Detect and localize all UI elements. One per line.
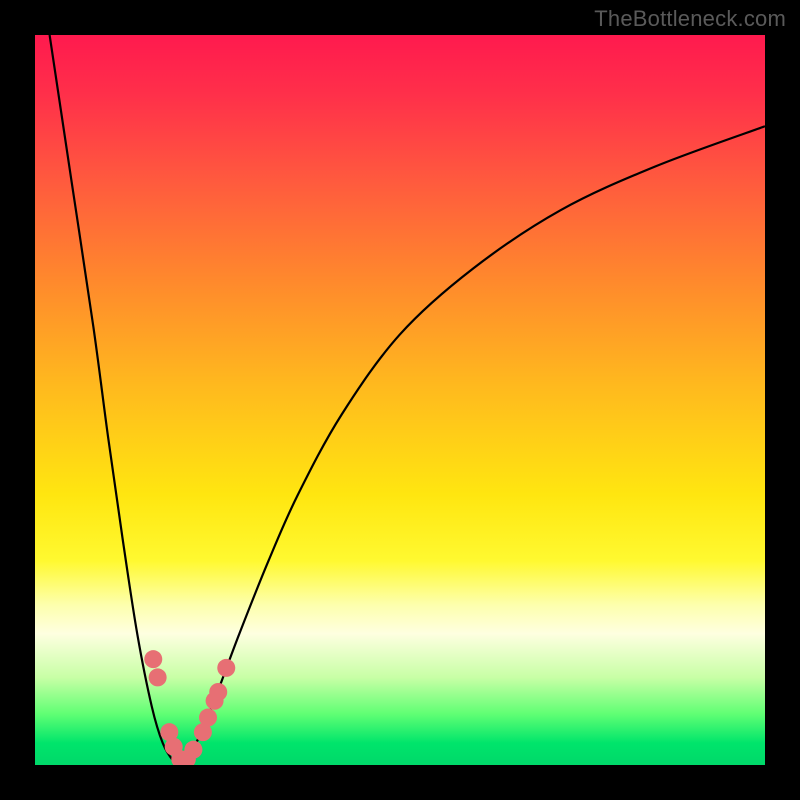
chart-svg [35, 35, 765, 765]
marker-group [144, 650, 235, 765]
plot-area [35, 35, 765, 765]
marker-point [199, 709, 217, 727]
marker-point [209, 683, 227, 701]
marker-point [184, 741, 202, 759]
marker-point [144, 650, 162, 668]
watermark-text: TheBottleneck.com [594, 6, 786, 32]
marker-point [217, 659, 235, 677]
right-branch-curve [181, 126, 765, 765]
chart-frame: TheBottleneck.com [0, 0, 800, 800]
marker-point [149, 668, 167, 686]
